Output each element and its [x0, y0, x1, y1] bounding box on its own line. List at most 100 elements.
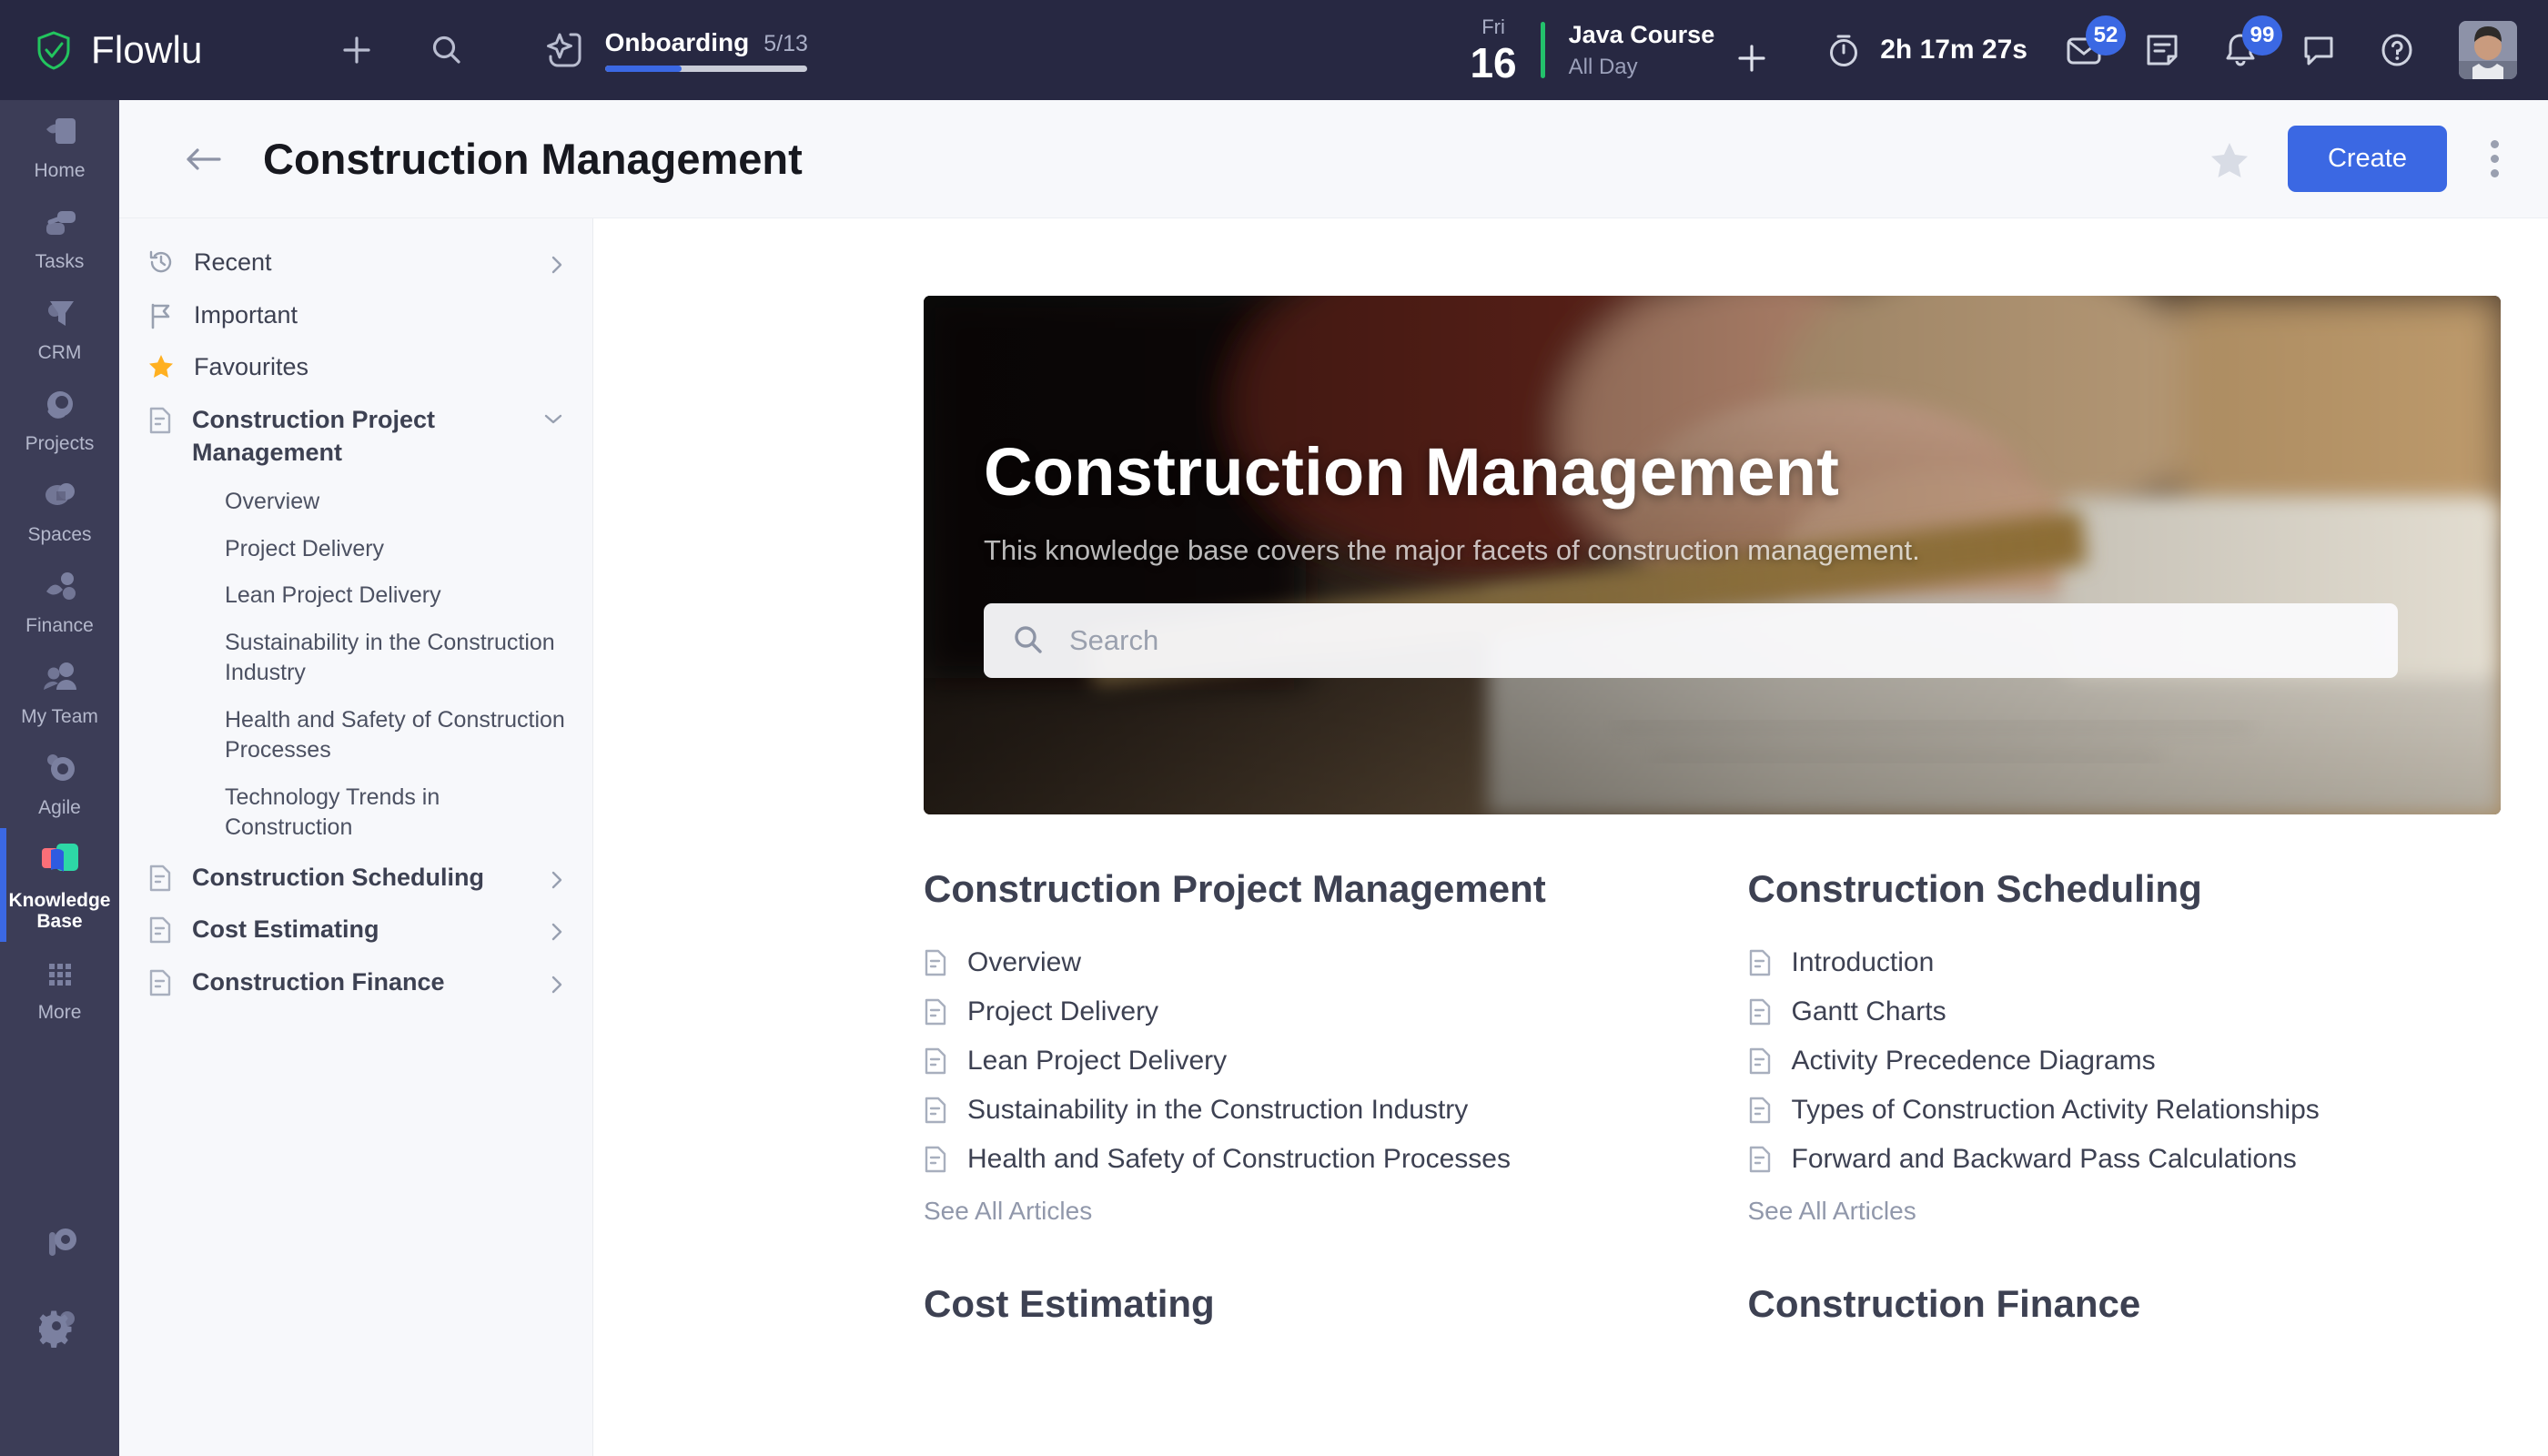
tree-child-technology-trends-in-construction[interactable]: Technology Trends in Construction: [119, 774, 592, 852]
tree-item-construction-project-management[interactable]: Construction Project Management: [119, 394, 592, 479]
section-title: Construction Project Management: [924, 867, 1546, 910]
tree-item-label: Favourites: [194, 353, 309, 381]
document-icon: [1748, 998, 1772, 1026]
brand-logo[interactable]: Flowlu: [33, 28, 203, 72]
calendar-date[interactable]: Fri 16: [1470, 16, 1516, 84]
timer-value: 2h 17m 27s: [1880, 35, 2027, 65]
article-link[interactable]: Lean Project Delivery: [924, 1036, 1677, 1086]
sidebar-item-settings-gear[interactable]: [0, 1286, 119, 1370]
search-icon: [1011, 623, 1046, 658]
article-link[interactable]: Gantt Charts: [1748, 987, 2502, 1036]
sidebar-item-knowledge-base[interactable]: Knowledge Base: [0, 827, 119, 943]
agile-icon: [39, 750, 81, 790]
notes-button[interactable]: [2140, 28, 2184, 72]
back-arrow-icon: [187, 147, 221, 170]
favourite-toggle-button[interactable]: [2209, 140, 2250, 178]
top-bar: Flowlu Onboarding 5/13 Fri 16 Java Cours…: [0, 0, 2548, 100]
chevron-right-icon: [551, 924, 562, 941]
kb-sections-grid: Construction Project Management Overview…: [924, 867, 2501, 1353]
chevron-right-icon[interactable]: [549, 920, 565, 944]
document-icon: [1749, 1047, 1770, 1075]
see-all-articles-link[interactable]: See All Articles: [924, 1197, 1092, 1226]
sidebar-item-finance[interactable]: Finance: [0, 555, 119, 646]
tree-child-overview[interactable]: Overview: [119, 479, 592, 526]
mail-button[interactable]: 52: [2062, 15, 2126, 72]
tree-item-construction-scheduling[interactable]: Construction Scheduling: [119, 852, 592, 905]
chevron-down-icon[interactable]: [541, 410, 565, 427]
grid-more-icon: [39, 955, 81, 995]
tree-item-favourites[interactable]: Favourites: [119, 341, 592, 394]
tree-child-health-and-safety-of-construction-processes[interactable]: Health and Safety of Construction Proces…: [119, 697, 592, 774]
chevron-right-icon[interactable]: [549, 973, 565, 996]
time-tracker[interactable]: 2h 17m 27s: [1824, 30, 2027, 70]
chevron-right-icon: [551, 976, 562, 994]
calendar-event[interactable]: Java Course All Day: [1569, 21, 1715, 80]
plus-icon: [342, 36, 370, 64]
crm-icon: [39, 295, 81, 335]
article-title: Sustainability in the Construction Indus…: [967, 1095, 1469, 1125]
chevron-right-icon[interactable]: [549, 868, 565, 892]
article-link[interactable]: Introduction: [1748, 938, 2502, 987]
plus-icon: [1738, 45, 1765, 72]
finance-icon: [39, 568, 81, 608]
article-link[interactable]: Overview: [924, 938, 1677, 987]
sidebar-item-agile[interactable]: Agile: [0, 737, 119, 828]
document-icon: [925, 1146, 946, 1173]
sidebar-item-my-team[interactable]: My Team: [0, 646, 119, 737]
kb-section: Cost Estimating: [924, 1282, 1677, 1353]
tree-item-cost-estimating[interactable]: Cost Estimating: [119, 904, 592, 956]
sidebar-item-projects[interactable]: Projects: [0, 373, 119, 464]
kb-search-box[interactable]: [984, 602, 2398, 678]
brand-name: Flowlu: [91, 28, 203, 71]
add-event-button[interactable]: [1733, 39, 1771, 77]
event-color-bar: [1540, 22, 1545, 78]
avatar[interactable]: [2459, 21, 2517, 79]
sidebar-item-tasks[interactable]: Tasks: [0, 191, 119, 282]
document-icon: [1749, 949, 1770, 976]
document-icon: [925, 1097, 946, 1124]
tree-item-recent[interactable]: Recent: [119, 237, 592, 289]
help-icon: [2381, 34, 2412, 66]
chevron-right-icon[interactable]: [549, 253, 565, 277]
onboarding-widget[interactable]: Onboarding 5/13: [543, 28, 808, 72]
sidebar-item-more[interactable]: More: [0, 942, 119, 1033]
article-link[interactable]: Health and Safety of Construction Proces…: [924, 1135, 1677, 1184]
chat-button[interactable]: [2297, 28, 2341, 72]
back-button[interactable]: [183, 144, 223, 175]
article-title: Introduction: [1791, 947, 1935, 977]
sidebar-item-home[interactable]: Home: [0, 100, 119, 191]
tree-item-construction-finance[interactable]: Construction Finance: [119, 956, 592, 1009]
article-link[interactable]: Types of Construction Activity Relations…: [1748, 1086, 2502, 1135]
tree-child-project-delivery[interactable]: Project Delivery: [119, 526, 592, 573]
sidebar-item-label: More: [37, 1002, 82, 1024]
help-button[interactable]: [2375, 28, 2419, 72]
document-icon: [1748, 949, 1772, 976]
global-search-button[interactable]: [420, 24, 472, 76]
article-link[interactable]: Project Delivery: [924, 987, 1677, 1036]
create-button[interactable]: Create: [2287, 126, 2447, 192]
sidebar-item-spaces[interactable]: Spaces: [0, 464, 119, 555]
main-content: Construction Management This knowledge b…: [593, 218, 2548, 1456]
section-title: Construction Finance: [1747, 1282, 2141, 1325]
sidebar-item-label: Finance: [25, 614, 94, 636]
document-icon: [149, 917, 171, 944]
tree-child-lean-project-delivery[interactable]: Lean Project Delivery: [119, 572, 592, 620]
article-link[interactable]: Activity Precedence Diagrams: [1748, 1036, 2502, 1086]
notifications-button[interactable]: 99: [2219, 15, 2282, 72]
document-icon: [1748, 1097, 1772, 1124]
sidebar-item-portal[interactable]: [0, 1202, 119, 1286]
tree-item-important[interactable]: Important: [119, 289, 592, 342]
article-title: Project Delivery: [967, 996, 1159, 1026]
spaces-icon: [39, 477, 81, 517]
article-link[interactable]: Sustainability in the Construction Indus…: [924, 1086, 1677, 1135]
see-all-articles-link[interactable]: See All Articles: [1748, 1197, 1916, 1226]
search-input[interactable]: [1069, 623, 2371, 657]
article-link[interactable]: Forward and Backward Pass Calculations: [1748, 1135, 2502, 1184]
tree-child-sustainability-in-the-construction-industry[interactable]: Sustainability in the Construction Indus…: [119, 620, 592, 697]
knowledge-base-tree[interactable]: Recent Important Favourites Construction…: [119, 218, 593, 1456]
kebab-menu-icon[interactable]: [2485, 135, 2504, 183]
knowledge-base-icon: [36, 841, 84, 883]
sparkle-icon: [543, 29, 585, 71]
global-add-button[interactable]: [330, 24, 383, 76]
sidebar-item-crm[interactable]: CRM: [0, 282, 119, 373]
